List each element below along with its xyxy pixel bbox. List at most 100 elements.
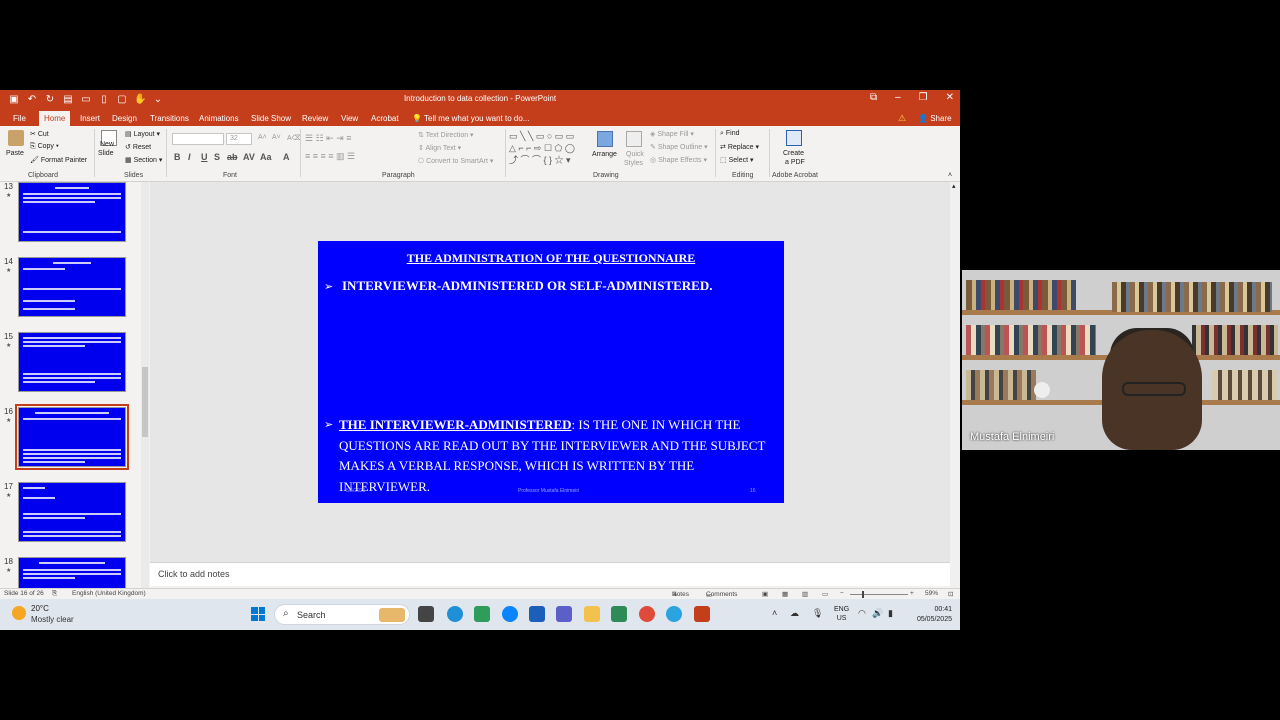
notes-pane[interactable]: Click to add notes — [150, 562, 950, 586]
tab-insert[interactable]: Insert — [75, 111, 105, 126]
weather-temperature[interactable]: 20°C — [31, 604, 49, 613]
current-slide[interactable]: THE ADMINISTRATION OF THE QUESTIONNAIRE … — [318, 241, 784, 503]
create-pdf-button-line2[interactable]: a PDF — [785, 159, 805, 166]
zoom-level[interactable]: 59% — [925, 590, 938, 597]
fit-slide-icon[interactable]: ⊡ — [948, 590, 953, 598]
new-slide-button-line2[interactable]: Slide — [98, 150, 114, 157]
quick-styles-button-line2[interactable]: Styles — [624, 160, 643, 167]
language-indicator[interactable]: English (United Kingdom) — [72, 590, 146, 597]
shadow-icon[interactable]: S — [214, 152, 220, 162]
start-icon[interactable] — [251, 607, 265, 621]
paste-button[interactable]: Paste — [6, 150, 24, 157]
share-button[interactable]: 👤 Share — [918, 111, 952, 126]
section-button[interactable]: ▦ Section ▾ — [125, 156, 162, 164]
paste-icon[interactable] — [8, 130, 24, 146]
ribbon-display-icon[interactable]: ⧉ — [870, 92, 877, 103]
grow-font-icon[interactable]: A˄ — [258, 134, 267, 141]
camera-app-icon[interactable] — [611, 606, 627, 622]
zoom-slider-thumb[interactable] — [862, 591, 864, 598]
volume-icon[interactable]: 🔊 — [872, 608, 883, 619]
shapes-gallery[interactable]: ▭ ╲ ╲ ▭ ○ ▭ ▭ △ ⌐ ⌐ ⇨ ☐ ⬠ ◯ ⤴ ⌒ ⌒ { } ☆ ▾ — [509, 130, 575, 166]
telegram-icon[interactable] — [666, 606, 682, 622]
teams-icon[interactable] — [556, 606, 572, 622]
vertical-scrollbar[interactable]: ▴ ▾ — [950, 182, 960, 618]
thumbnail-slide-13[interactable] — [18, 182, 126, 242]
tab-view[interactable]: View — [336, 111, 363, 126]
warning-icon[interactable]: ⚠ — [898, 111, 906, 126]
tab-file[interactable]: File — [8, 111, 31, 126]
change-case-icon[interactable]: Aa — [260, 152, 272, 162]
thumbnail-slide-18[interactable] — [18, 557, 126, 588]
edge-icon[interactable] — [447, 606, 463, 622]
spellcheck-icon[interactable]: ⎘ — [52, 590, 57, 598]
thumbnail-scrollbar[interactable] — [141, 182, 149, 588]
font-color-icon[interactable]: A — [283, 152, 290, 162]
system-clock[interactable]: 00:41 05/05/2025 — [904, 605, 952, 625]
quick-styles-icon[interactable] — [626, 131, 642, 147]
zoom-slider[interactable] — [850, 594, 908, 595]
thumbnail-slide-14[interactable] — [18, 257, 126, 317]
chrome-icon[interactable] — [639, 606, 655, 622]
bold-icon[interactable]: B — [174, 152, 181, 162]
cloud-icon[interactable]: ☁ — [790, 608, 799, 619]
shape-effects-button[interactable]: ◎ Shape Effects ▾ — [650, 156, 707, 164]
tab-slide-show[interactable]: Slide Show — [246, 111, 296, 126]
slide-bullet-2[interactable]: ➢ THE INTERVIEWER-ADMINISTERED: IS THE O… — [324, 415, 780, 497]
tab-transitions[interactable]: Transitions — [145, 111, 194, 126]
input-language[interactable]: ENG US — [834, 605, 849, 623]
font-name-box[interactable] — [172, 133, 224, 145]
zoom-in-icon[interactable]: + — [910, 590, 914, 597]
collapse-ribbon-icon[interactable]: ˄ — [948, 172, 952, 179]
tab-animations[interactable]: Animations — [194, 111, 244, 126]
meet-icon[interactable] — [474, 606, 490, 622]
tab-design[interactable]: Design — [107, 111, 142, 126]
powerpoint-taskbar-icon[interactable] — [694, 606, 710, 622]
slideshow-icon[interactable]: ▭ — [822, 590, 828, 598]
thumbnail-slide-16[interactable] — [15, 404, 129, 470]
arrange-icon[interactable] — [597, 131, 613, 147]
reset-button[interactable]: ↺ Reset — [125, 143, 151, 151]
battery-icon[interactable]: ▮ — [888, 608, 893, 619]
format-painter-button[interactable]: 🖌 Format Painter — [30, 156, 87, 164]
cut-button[interactable]: ✂ Cut — [30, 130, 49, 138]
store-icon[interactable] — [529, 606, 545, 622]
strikethrough-icon[interactable]: ab — [227, 152, 238, 162]
close-icon[interactable]: ✕ — [946, 92, 954, 103]
copy-button[interactable]: ⎘ Copy ▾ — [30, 143, 59, 151]
zoom-out-icon[interactable]: − — [840, 590, 844, 597]
select-button[interactable]: ⬚ Select ▾ — [720, 156, 754, 164]
shape-fill-button[interactable]: ◈ Shape Fill ▾ — [650, 130, 694, 138]
find-button[interactable]: ⌕ Find — [720, 130, 740, 138]
layout-button[interactable]: ▤ Layout ▾ — [125, 130, 160, 138]
tab-home[interactable]: Home — [39, 111, 71, 126]
shrink-font-icon[interactable]: A˅ — [272, 134, 281, 141]
underline-icon[interactable]: U — [201, 152, 208, 162]
text-direction-button[interactable]: ⇅ Text Direction ▾ — [418, 131, 474, 139]
scroll-up-icon[interactable]: ▴ — [952, 182, 956, 190]
normal-view-icon[interactable]: ▣ — [762, 590, 768, 598]
scrollbar-thumb[interactable] — [142, 367, 148, 437]
arrange-button[interactable]: Arrange — [592, 151, 617, 158]
quick-styles-button[interactable]: Quick — [626, 151, 644, 158]
thumbnail-slide-17[interactable] — [18, 482, 126, 542]
alignment-icons[interactable]: ≡ ≡ ≡ ≡ ▥ ☰ — [305, 151, 355, 162]
reading-view-icon[interactable]: ▥ — [802, 590, 808, 598]
replace-button[interactable]: ⇄ Replace ▾ — [720, 143, 759, 151]
tab-review[interactable]: Review — [297, 111, 333, 126]
slide-sorter-icon[interactable]: ▦ — [782, 590, 788, 598]
shape-outline-button[interactable]: ✎ Shape Outline ▾ — [650, 143, 708, 151]
task-view-icon[interactable] — [418, 606, 434, 622]
italic-icon[interactable]: I — [188, 152, 191, 162]
slide-title[interactable]: THE ADMINISTRATION OF THE QUESTIONNAIRE — [318, 251, 784, 266]
create-pdf-button[interactable]: Create — [783, 150, 804, 157]
taskbar-search[interactable]: ⌕ Search — [274, 604, 410, 625]
app-icon[interactable] — [502, 606, 518, 622]
bullets-icon[interactable]: ☰ ☷ ⇤ ⇥ ≡ — [305, 133, 351, 144]
align-text-button[interactable]: ⇕ Align Text ▾ — [418, 144, 461, 152]
wifi-icon[interactable]: ◠ — [858, 608, 866, 619]
thumbnail-slide-15[interactable] — [18, 332, 126, 392]
minimize-icon[interactable]: – — [895, 92, 901, 103]
file-explorer-icon[interactable] — [584, 606, 600, 622]
create-pdf-icon[interactable] — [786, 130, 802, 146]
weather-condition[interactable]: Mostly clear — [31, 615, 74, 624]
